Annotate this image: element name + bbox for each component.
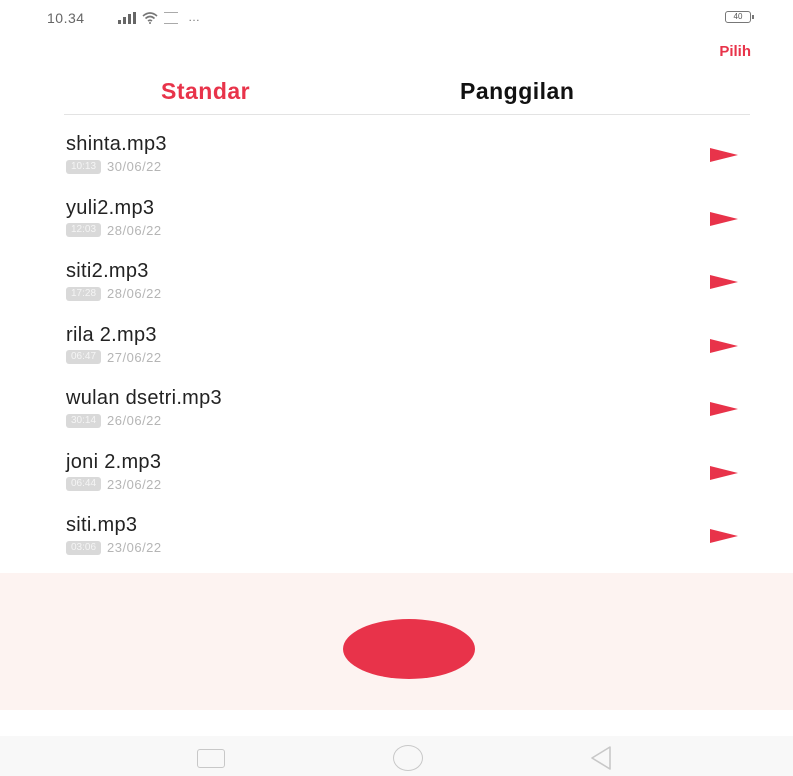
tab-bar: Standar Panggilan <box>64 78 750 115</box>
tab-panggilan[interactable]: Panggilan <box>460 78 574 105</box>
record-button[interactable] <box>343 619 475 679</box>
recording-meta: 06:44 23/06/22 <box>66 477 162 492</box>
status-icons: … <box>118 10 200 24</box>
duration-badge: 30:14 <box>66 413 102 428</box>
recording-name: shinta.mp3 <box>66 133 167 155</box>
recording-meta: 12:03 28/06/22 <box>66 223 162 238</box>
list-item[interactable]: rila 2.mp3 06:47 27/06/22 <box>0 319 793 383</box>
list-item[interactable]: wulan dsetri.mp3 30:14 26/06/22 <box>0 382 793 446</box>
recording-meta: 17:28 28/06/22 <box>66 286 162 301</box>
recording-name: siti2.mp3 <box>66 260 149 282</box>
recording-date: 23/06/22 <box>107 476 162 492</box>
duration-badge: 10:13 <box>66 159 102 174</box>
duration-badge: 06:44 <box>66 477 102 491</box>
play-icon[interactable] <box>710 148 738 162</box>
recording-date: 28/06/22 <box>107 222 162 238</box>
play-icon[interactable] <box>710 338 738 353</box>
recordings-list: shinta.mp3 10:13 30/06/22 yuli2.mp3 12:0… <box>0 128 793 573</box>
play-icon[interactable] <box>710 529 738 543</box>
list-item[interactable]: yuli2.mp3 12:03 28/06/22 <box>0 192 793 256</box>
recording-meta: 10:13 30/06/22 <box>66 159 162 174</box>
record-panel <box>0 573 793 710</box>
recording-name: siti.mp3 <box>66 514 138 536</box>
recording-name: yuli2.mp3 <box>66 196 155 219</box>
battery-level: 40 <box>733 12 743 21</box>
recording-name: joni 2.mp3 <box>66 450 162 473</box>
status-time: 10.34 <box>47 10 85 26</box>
navigation-bar <box>0 736 793 776</box>
list-item[interactable]: joni 2.mp3 06:44 23/06/22 <box>0 446 793 510</box>
wifi-icon <box>142 12 158 24</box>
tab-standar[interactable]: Standar <box>161 78 250 105</box>
duration-badge: 17:28 <box>66 286 102 301</box>
list-item[interactable]: siti2.mp3 17:28 28/06/22 <box>0 255 793 319</box>
recording-date: 28/06/22 <box>107 286 162 301</box>
recording-meta: 06:47 27/06/22 <box>66 350 162 365</box>
select-button[interactable]: Pilih <box>719 43 751 60</box>
play-icon[interactable] <box>710 211 738 226</box>
list-item[interactable]: shinta.mp3 10:13 30/06/22 <box>0 128 793 192</box>
status-bar: 10.34 … 40 <box>0 0 793 38</box>
duration-badge: 03:06 <box>66 540 102 555</box>
play-icon[interactable] <box>710 275 738 289</box>
more-status-icon: … <box>188 10 200 24</box>
recording-meta: 30:14 26/06/22 <box>66 413 162 428</box>
recording-date: 23/06/22 <box>107 540 162 555</box>
recording-name: wulan dsetri.mp3 <box>66 387 222 409</box>
duration-badge: 06:47 <box>66 350 102 364</box>
recording-date: 26/06/22 <box>107 413 162 428</box>
battery-icon: 40 <box>725 11 754 23</box>
play-icon[interactable] <box>710 465 738 480</box>
play-icon[interactable] <box>710 402 738 416</box>
recording-date: 27/06/22 <box>107 349 162 365</box>
recording-name: rila 2.mp3 <box>66 323 157 346</box>
recording-meta: 03:06 23/06/22 <box>66 540 162 555</box>
home-icon[interactable] <box>393 745 423 771</box>
recording-date: 30/06/22 <box>107 159 162 174</box>
data-speed-icon <box>164 12 178 24</box>
back-icon[interactable] <box>589 745 613 771</box>
recent-apps-icon[interactable] <box>197 749 225 768</box>
signal-icon <box>118 12 136 24</box>
list-item[interactable]: siti.mp3 03:06 23/06/22 <box>0 509 793 573</box>
duration-badge: 12:03 <box>66 223 102 237</box>
